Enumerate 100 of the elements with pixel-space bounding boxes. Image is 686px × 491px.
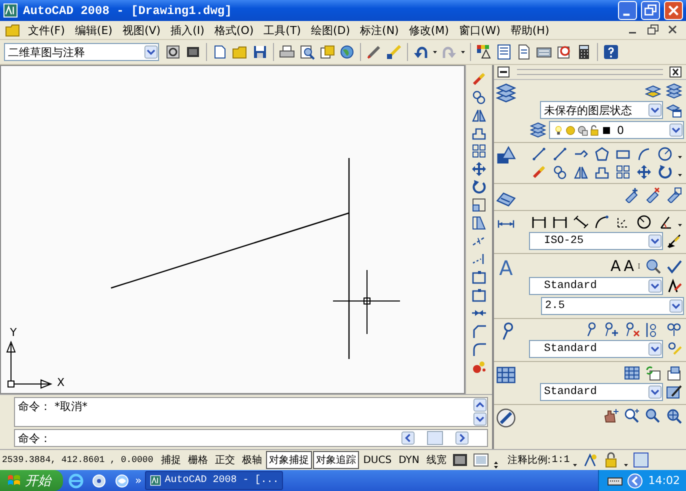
zoom-extents-icon[interactable] [666,408,682,424]
spell-check-icon[interactable] [666,258,682,274]
scroll-right-button[interactable] [455,431,469,445]
arc-icon[interactable] [636,146,652,162]
annotation-scale-value[interactable]: 1:1 [552,454,570,466]
dimension-edit-icon[interactable] [666,233,682,249]
single-line-text-button[interactable]: A [624,257,634,275]
restore-button[interactable] [641,1,660,20]
scroll-thumb[interactable] [427,431,443,445]
eraser-icon[interactable] [471,71,487,87]
polygon-icon[interactable] [594,146,610,162]
tag-delete-icon[interactable] [645,187,661,203]
text-style-dropdown[interactable]: Standard [529,277,663,295]
panel-close-icon[interactable] [668,64,684,80]
table-sync-icon[interactable] [645,365,661,381]
padlock-icon[interactable] [602,452,619,468]
chamfer-icon[interactable] [471,323,487,339]
array-icon[interactable] [615,164,631,180]
taskbar-button[interactable]: AutoCAD 2008 - [... [144,471,283,490]
line-icon[interactable] [531,146,547,162]
table-style-dropdown[interactable]: Standard [540,383,663,401]
status-toggle[interactable]: 极轴 [239,451,266,469]
command-prompt[interactable]: 命令： [15,430,54,446]
move-icon[interactable] [471,161,487,177]
break-icon[interactable] [471,287,487,303]
grip-bar[interactable] [517,69,663,75]
table-edit-icon[interactable] [666,384,682,400]
text-icon[interactable]: A [496,257,516,315]
leader-collect-icon[interactable] [666,322,682,338]
status-toggle[interactable]: 对象追踪 [313,451,360,469]
status-toggle[interactable]: 正交 [212,451,238,469]
menu-item[interactable]: 格式(O) [209,22,259,38]
menu-item[interactable]: 绘图(D) [306,22,356,38]
table-icon[interactable] [496,365,516,385]
linear-dimension-icon[interactable] [531,214,547,230]
open-folder-icon[interactable] [232,44,248,60]
calculator-icon[interactable] [576,44,592,60]
monitor-icon[interactable] [185,44,201,60]
multiline-text-button[interactable]: A [610,257,621,275]
menu-item[interactable]: 工具(T) [258,22,306,38]
workspace-dropdown[interactable]: 二维草图与注释 [4,43,159,61]
save-icon[interactable] [252,44,268,60]
more-button[interactable]: » [135,474,142,487]
tag-sync-icon[interactable] [666,187,682,203]
line-icon[interactable] [552,146,568,162]
zoom-realtime-icon[interactable] [624,408,640,424]
collapse-icon[interactable] [496,64,512,80]
mirror-icon[interactable] [471,107,487,123]
markup-icon[interactable] [556,44,572,60]
tag-plus-icon[interactable] [624,187,640,203]
circle-icon[interactable] [657,146,673,162]
table-icon[interactable] [624,365,640,381]
pan-hand-icon[interactable] [603,408,619,424]
break-icon[interactable] [471,269,487,285]
media-icon[interactable] [91,472,107,488]
copy-icon[interactable] [552,164,568,180]
rotate-icon[interactable] [657,164,673,180]
leader-remove-icon[interactable] [624,322,640,338]
text-height-dropdown[interactable]: 2.5 [541,297,684,315]
scale-icon[interactable] [471,197,487,213]
clean-screen-icon[interactable] [632,452,649,468]
radius-icon[interactable] [636,214,652,230]
properties-icon[interactable] [496,44,512,60]
leader-add-icon[interactable] [603,322,619,338]
layer-window-icon[interactable] [666,102,682,118]
array-icon[interactable] [471,143,487,159]
status-toggle[interactable]: 线宽 [423,451,450,469]
publish-icon[interactable] [319,44,335,60]
find-text-icon[interactable] [645,258,661,274]
shapes-icon[interactable] [496,146,516,166]
dimension-style-dropdown[interactable]: ISO-25 [529,232,663,250]
scroll-left-button[interactable] [401,431,415,445]
status-toggle[interactable]: DYN [396,452,422,468]
copy-icon[interactable] [471,89,487,105]
linear-dimension-icon[interactable] [552,214,568,230]
move-icon[interactable] [636,164,652,180]
arrows-icon[interactable] [492,460,500,470]
globe-icon[interactable] [339,44,355,60]
layer-state-dropdown[interactable]: 未保存的图层状态 [540,101,663,119]
menu-item[interactable]: 视图(V) [117,22,166,38]
table-link-icon[interactable] [666,365,682,381]
eraser-icon[interactable] [531,164,547,180]
layout-icon[interactable] [473,452,490,468]
start-button[interactable]: 开始 [0,470,63,491]
new-file-icon[interactable] [212,44,228,60]
model-icon[interactable] [452,452,468,468]
menu-item[interactable]: 标注(N) [355,22,404,38]
status-toggle[interactable]: 对象捕捉 [266,451,312,469]
layer-dropdown[interactable]: 0 [549,121,684,139]
status-toggle[interactable]: 捕捉 [158,451,184,469]
palette-icon[interactable] [476,44,492,60]
menu-item[interactable]: 文件(F) [23,22,70,38]
compass-icon[interactable] [496,408,516,428]
close-button[interactable] [664,1,683,20]
arc-dimension-icon[interactable] [594,214,610,230]
zoom-window-icon[interactable] [645,408,661,424]
drawing-canvas[interactable]: Y X [0,65,465,394]
status-toggle[interactable]: DUCS [360,452,395,468]
menu-item[interactable]: 修改(M) [404,22,454,38]
status-toggle[interactable]: 栅格 [185,451,212,469]
